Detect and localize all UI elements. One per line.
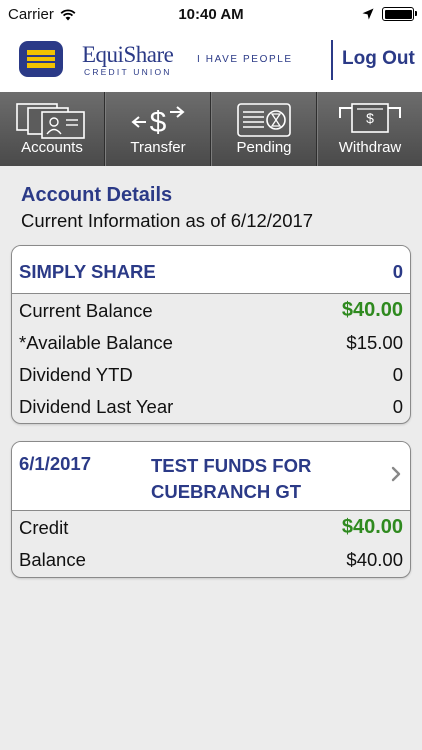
brand-subtitle: CREDIT UNION: [84, 67, 172, 77]
logout-button[interactable]: Log Out: [342, 48, 415, 70]
account-details-subtitle: Current Information as of 6/12/2017: [21, 210, 314, 231]
account-details-title: Account Details: [21, 184, 173, 206]
brand-name: EquiShare: [82, 42, 174, 67]
account-card: SIMPLY SHARE 0 Current Balance $40.00 *A…: [11, 245, 411, 424]
toolbar-pending-label: Pending: [236, 139, 292, 156]
status-bar: Carrier 10:40 AM: [0, 0, 422, 30]
toolbar-accounts-button[interactable]: Accounts: [0, 92, 105, 166]
available-balance-label: *Available Balance: [19, 332, 173, 353]
toolbar-pending-button[interactable]: Pending: [211, 92, 317, 166]
account-card-header: SIMPLY SHARE 0: [12, 246, 410, 294]
available-balance-row: *Available Balance $15.00: [12, 326, 410, 358]
toolbar-withdraw-button[interactable]: $ Withdraw: [317, 92, 422, 166]
available-balance-value: $15.00: [346, 332, 403, 353]
balance-label: Balance: [19, 549, 86, 570]
battery-icon: [382, 7, 417, 21]
account-number: 0: [392, 261, 403, 282]
credit-row: Credit $40.00: [12, 511, 410, 543]
brand-tagline: I HAVE PEOPLE: [197, 54, 293, 65]
svg-text:$: $: [150, 106, 167, 139]
credit-label: Credit: [19, 517, 69, 538]
transaction-date: 6/1/2017: [19, 453, 92, 474]
svg-text:$: $: [366, 110, 374, 126]
status-time: 10:40 AM: [178, 6, 244, 23]
toolbar-transfer-button[interactable]: $ Transfer: [105, 92, 211, 166]
dividend-ytd-row: Dividend YTD 0: [12, 358, 410, 390]
dividend-last-year-value: 0: [392, 396, 403, 417]
toolbar-withdraw-label: Withdraw: [338, 139, 402, 156]
accounts-icon: [16, 103, 85, 139]
dividend-last-year-row: Dividend Last Year 0: [12, 390, 410, 422]
current-balance-row: Current Balance $40.00: [12, 294, 410, 326]
current-balance-label: Current Balance: [19, 300, 153, 321]
dividend-ytd-value: 0: [392, 364, 403, 385]
balance-value: $40.00: [346, 549, 403, 570]
transaction-description: TEST FUNDS FOR CUEBRANCH GT: [151, 455, 312, 502]
toolbar-transfer-label: Transfer: [130, 139, 186, 156]
transfer-icon: $: [131, 106, 185, 139]
header-divider: [331, 40, 333, 80]
pending-icon: [237, 103, 291, 137]
credit-value: $40.00: [341, 516, 403, 538]
equishare-logo-icon: [19, 41, 63, 77]
status-right: [362, 7, 417, 21]
toolbar-accounts-label: Accounts: [21, 139, 83, 156]
transaction-card-header[interactable]: 6/1/2017 TEST FUNDS FOR CUEBRANCH GT: [12, 442, 410, 511]
balance-row: Balance $40.00: [12, 543, 410, 575]
current-balance-value: $40.00: [341, 299, 403, 321]
main-toolbar: Accounts $ Transfer Pending $ Withdraw: [0, 92, 422, 166]
dividend-ytd-label: Dividend YTD: [19, 364, 133, 385]
account-name: SIMPLY SHARE: [19, 261, 156, 282]
app-header: EquiShare CREDIT UNION I HAVE PEOPLE Log…: [0, 30, 422, 92]
withdraw-icon: $: [339, 103, 401, 133]
location-arrow-icon: [362, 8, 374, 20]
dividend-last-year-label: Dividend Last Year: [19, 396, 174, 417]
transaction-card[interactable]: 6/1/2017 TEST FUNDS FOR CUEBRANCH GT Cre…: [11, 441, 411, 578]
chevron-right-icon: [391, 466, 401, 482]
